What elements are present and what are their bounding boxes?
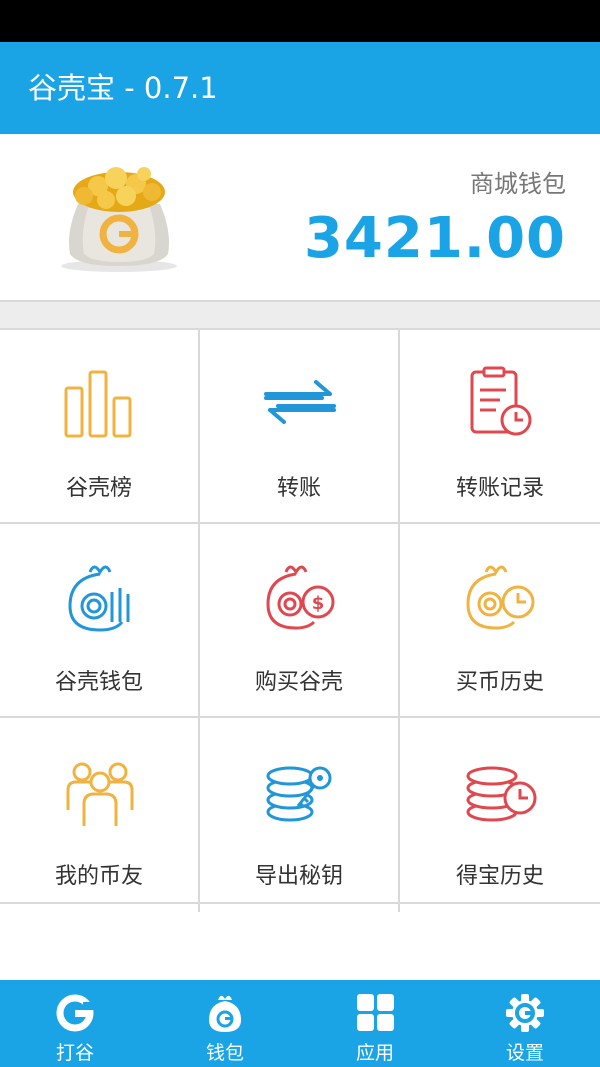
svg-text:$: $ xyxy=(312,593,325,614)
apps-grid-icon xyxy=(357,994,394,1031)
transfer-arrows-icon xyxy=(264,380,336,424)
nav-label: 钱包 xyxy=(205,1042,244,1064)
grid-item-export-key[interactable]: 导出秘钥 xyxy=(200,718,400,912)
nav-label: 打谷 xyxy=(55,1042,94,1064)
grid-item-buy-shell[interactable]: $ 购买谷壳 xyxy=(200,524,400,718)
wallet-label: 商城钱包 xyxy=(470,170,566,198)
grid-item-label: 谷壳榜 xyxy=(65,476,132,501)
wallet-amount: 3421.00 xyxy=(303,206,566,271)
grid-item-label: 转账 xyxy=(276,476,321,501)
export-key-icon xyxy=(266,766,332,822)
nav-item-apps[interactable]: 应用 xyxy=(300,980,450,1067)
grid-item-shell-wallet[interactable]: 谷壳钱包 xyxy=(0,524,200,718)
grid-item-treasure-history[interactable]: 得宝历史 xyxy=(400,718,600,912)
bar-chart-icon xyxy=(64,370,132,438)
grid-item-buy-history[interactable]: 买币历史 xyxy=(400,524,600,718)
grid-item-label: 买币历史 xyxy=(455,670,544,695)
buy-shell-icon: $ xyxy=(266,565,335,630)
treasure-history-icon xyxy=(466,766,537,822)
grid-item-label: 我的币友 xyxy=(54,864,143,889)
grid-item-label: 转账记录 xyxy=(455,476,544,501)
grid-item-label: 导出秘钥 xyxy=(254,864,343,889)
buy-history-icon xyxy=(466,565,535,630)
grid-item-label: 得宝历史 xyxy=(455,864,544,889)
nav-item-wallet[interactable]: 钱包 xyxy=(150,980,300,1067)
nav-label: 设置 xyxy=(505,1042,544,1064)
grid-item-transfer[interactable]: 转账 xyxy=(200,330,400,524)
nav-label: 应用 xyxy=(355,1042,394,1064)
friends-icon xyxy=(66,762,134,826)
g-logo-icon xyxy=(56,994,95,1032)
wallet-bag-icon xyxy=(209,995,241,1032)
grid-item-transfer-record[interactable]: 转账记录 xyxy=(400,330,600,524)
nav-item-settings[interactable]: 设置 xyxy=(450,980,600,1067)
shell-wallet-icon xyxy=(68,565,130,632)
bottom-nav: 打谷 钱包 应用 设置 xyxy=(0,980,600,1067)
app-bar: 谷壳宝 - 0.7.1 xyxy=(0,42,600,134)
grid-item-my-friends[interactable]: 我的币友 xyxy=(0,718,200,912)
grid-item-label: 谷壳钱包 xyxy=(54,670,143,695)
nav-item-dagu[interactable]: 打谷 xyxy=(0,980,150,1067)
transfer-record-icon xyxy=(470,366,532,436)
settings-gear-icon xyxy=(506,994,544,1032)
wallet-header: 商城钱包 3421.00 xyxy=(0,134,600,302)
app-title: 谷壳宝 - 0.7.1 xyxy=(28,71,218,105)
section-divider xyxy=(0,302,600,328)
status-bar xyxy=(0,0,600,42)
feature-grid: 谷壳榜 转账 转账记录 谷壳钱包 $ 购买谷壳 买币历史 我的币友 导出秘钥 得… xyxy=(0,328,600,912)
money-bag-icon xyxy=(61,167,177,272)
grid-item-shell-ranking[interactable]: 谷壳榜 xyxy=(0,330,200,524)
grid-item-label: 购买谷壳 xyxy=(254,670,343,695)
